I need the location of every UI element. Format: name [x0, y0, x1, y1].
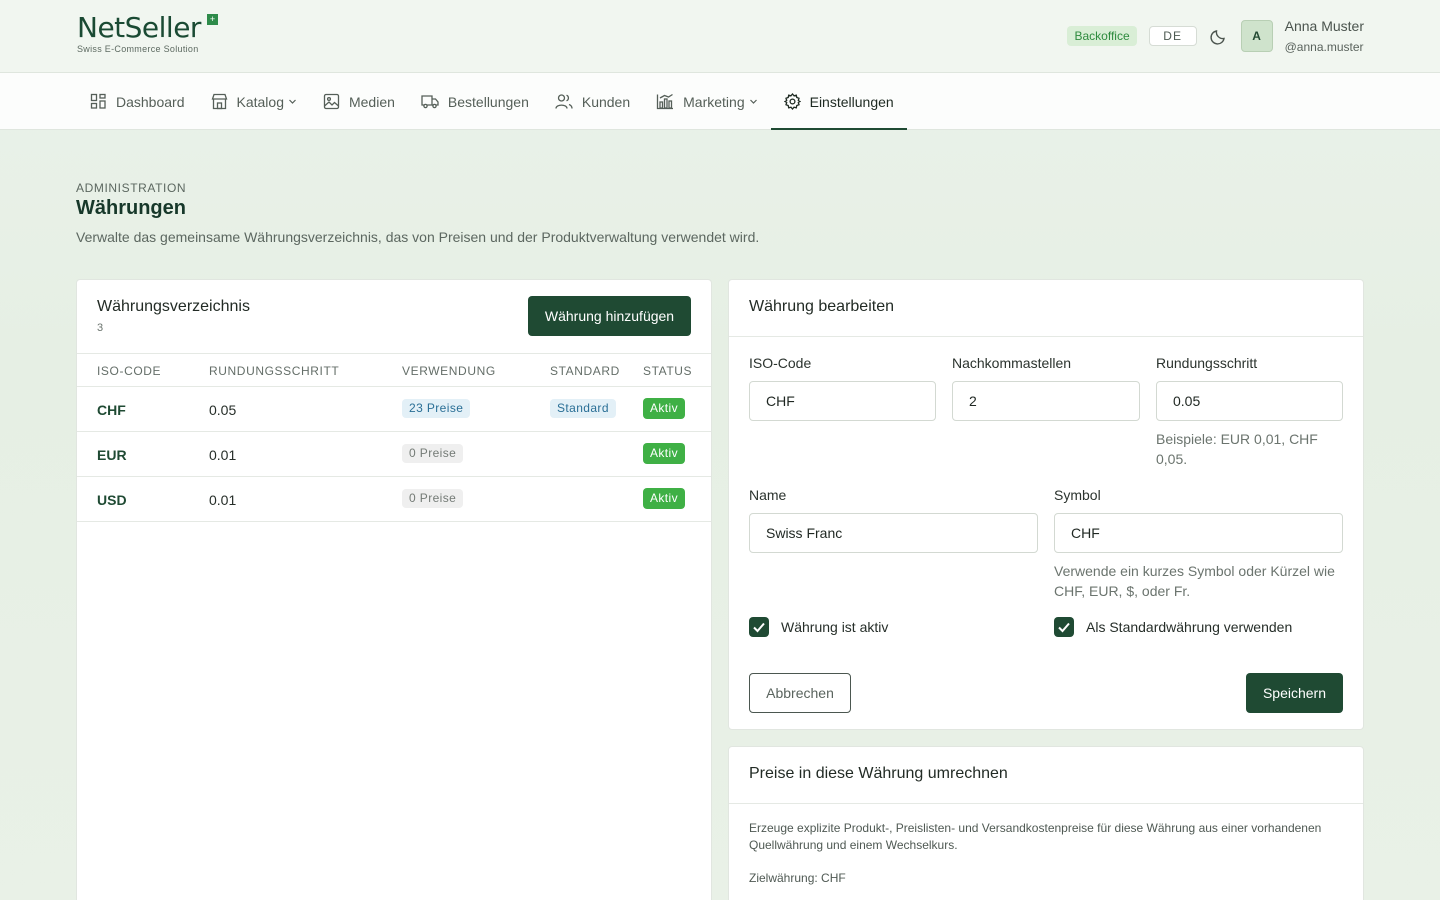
status-badge: Aktiv [643, 398, 686, 419]
rounding-input[interactable]: 0.05 [1156, 381, 1343, 421]
default-currency-label[interactable]: Als Standardwährung verwenden [1086, 619, 1292, 635]
divider [729, 336, 1363, 337]
nav-item-medien[interactable]: Medien [310, 73, 408, 130]
active-checkbox[interactable] [749, 617, 769, 637]
store-icon [211, 93, 227, 110]
rounding-label: Rundungsschritt [1156, 355, 1258, 371]
netseller-logo[interactable]: NetSeller + Swiss E-Commerce Solution [77, 14, 227, 58]
currency-directory-card: Währungsverzeichnis 3 Währung hinzufügen… [76, 279, 712, 900]
logo-plus-icon: + [207, 14, 218, 25]
active-checkbox-label[interactable]: Währung ist aktiv [781, 619, 888, 635]
table-row[interactable]: USD 0.01 0 Preise Aktiv [77, 477, 711, 522]
image-icon [323, 93, 340, 110]
user-name: Anna Muster [1284, 18, 1364, 34]
edit-title: Währung bearbeiten [749, 298, 894, 315]
table-row[interactable]: CHF 0.05 23 Preise Standard Aktiv [77, 387, 711, 432]
currency-code: EUR [97, 447, 127, 463]
iso-code-label: ISO-Code [749, 355, 812, 371]
nav-label: Dashboard [116, 93, 185, 110]
rounding-step: 0.01 [209, 447, 237, 463]
check-icon [753, 622, 765, 633]
nav-item-dashboard[interactable]: Dashboard [77, 73, 198, 130]
save-button[interactable]: Speichern [1246, 673, 1343, 713]
users-icon [555, 94, 573, 109]
backoffice-badge: Backoffice [1067, 26, 1137, 46]
logo-text: NetSeller [77, 11, 201, 44]
page-description: Verwalte das gemeinsame Währungsverzeich… [76, 229, 760, 245]
column-header-usage[interactable]: VERWENDUNG [402, 364, 496, 378]
nav-item-marketing[interactable]: Marketing [643, 73, 770, 130]
chevron-down-icon [289, 99, 296, 104]
nav-label: Marketing [683, 93, 745, 110]
nav-label: Medien [348, 93, 395, 110]
nav-label: Katalog [236, 93, 284, 110]
cancel-button[interactable]: Abbrechen [749, 673, 851, 713]
column-header-iso[interactable]: ISO-CODE [97, 364, 161, 378]
rounding-step: 0.05 [209, 402, 237, 418]
table-header: ISO-CODE RUNDUNGSSCHRITT VERWENDUNG STAN… [77, 353, 711, 387]
nav-label: Bestellungen [447, 93, 529, 110]
status-badge: Aktiv [643, 488, 686, 509]
avatar[interactable]: A [1240, 20, 1273, 52]
decimals-label: Nachkommastellen [952, 355, 1072, 371]
main-nav: Dashboard Katalog Medien Bestellungen Ku… [0, 73, 1440, 130]
nav-item-einstellungen[interactable]: Einstellungen [770, 73, 907, 130]
app-header: NetSeller + Swiss E-Commerce Solution Ba… [0, 0, 1440, 73]
column-header-rounding[interactable]: RUNDUNGSSCHRITT [209, 364, 339, 378]
symbol-label: Symbol [1054, 487, 1101, 503]
convert-description: Erzeuge explizite Produkt-, Preislisten-… [749, 821, 1322, 852]
column-header-standard[interactable]: STANDARD [550, 364, 620, 378]
status-badge: Aktiv [643, 443, 686, 464]
rounding-hint: Beispiele: EUR 0,01, CHF 0,05. [1156, 431, 1318, 467]
symbol-input[interactable]: CHF [1054, 513, 1343, 553]
chart-icon [656, 93, 674, 110]
currency-code: CHF [97, 402, 126, 418]
nav-item-bestellungen[interactable]: Bestellungen [408, 73, 542, 130]
nav-label: Kunden [581, 93, 631, 110]
edit-currency-card: Währung bearbeiten ISO-Code CHF Nachkomm… [728, 279, 1364, 730]
name-label: Name [749, 487, 787, 503]
symbol-hint: Verwende ein kurzes Symbol oder Kürzel w… [1054, 563, 1335, 599]
language-switch-button[interactable]: DE [1148, 26, 1197, 46]
divider [729, 803, 1363, 804]
decimals-input[interactable]: 2 [952, 381, 1140, 421]
chevron-down-icon [749, 99, 757, 104]
usage-badge: 0 Preise [402, 444, 464, 463]
page-title: Währungen [76, 197, 186, 219]
currency-code: USD [97, 492, 127, 508]
add-currency-button[interactable]: Währung hinzufügen [528, 296, 691, 336]
dashboard-icon [90, 93, 106, 109]
user-info[interactable]: Anna Muster @anna.muster [1285, 18, 1364, 54]
header-actions: Backoffice DE A Anna Muster @anna.muster [1067, 16, 1364, 56]
nav-item-kunden[interactable]: Kunden [542, 73, 643, 130]
column-header-status[interactable]: STATUS [643, 364, 692, 378]
rounding-step: 0.01 [209, 492, 237, 508]
user-handle: @anna.muster [1284, 40, 1364, 54]
name-input[interactable]: Swiss Franc [749, 513, 1038, 553]
default-currency-checkbox[interactable] [1054, 617, 1074, 637]
page-eyebrow: ADMINISTRATION [76, 181, 187, 195]
logo-subtitle: Swiss E-Commerce Solution [77, 44, 199, 54]
usage-badge: 23 Preise [402, 399, 471, 418]
gear-icon [783, 93, 801, 110]
iso-code-input[interactable]: CHF [749, 381, 936, 421]
moon-icon[interactable] [1209, 26, 1229, 46]
check-icon [1058, 622, 1070, 633]
convert-title: Preise in diese Währung umrechnen [749, 765, 1008, 782]
convert-prices-card: Preise in diese Währung umrechnen Erzeug… [728, 746, 1364, 900]
truck-icon [421, 95, 439, 109]
directory-title: Währungsverzeichnis [97, 298, 250, 315]
nav-label: Einstellungen [809, 93, 894, 110]
directory-count: 3 [97, 322, 104, 334]
target-currency: Zielwährung: CHF [749, 871, 846, 885]
standard-badge: Standard [550, 399, 616, 418]
usage-badge: 0 Preise [402, 489, 464, 508]
table-row[interactable]: EUR 0.01 0 Preise Aktiv [77, 432, 711, 477]
nav-item-katalog[interactable]: Katalog [198, 73, 310, 130]
